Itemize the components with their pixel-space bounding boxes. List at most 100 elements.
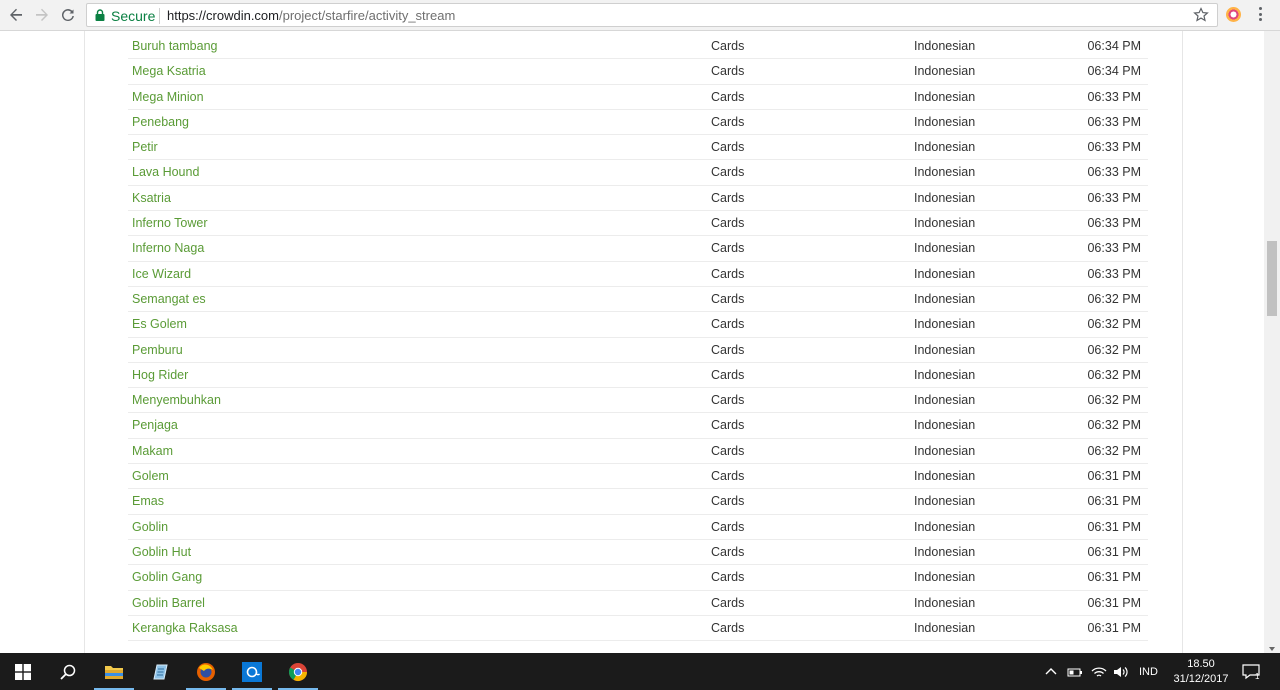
input-language-button[interactable]: IND xyxy=(1139,653,1158,690)
notification-icon: 1 xyxy=(1242,663,1260,681)
scroll-down-arrow-icon[interactable] xyxy=(1269,647,1275,651)
string-link[interactable]: Goblin Barrel xyxy=(132,591,205,615)
network-button[interactable] xyxy=(1091,653,1107,690)
activity-language: Indonesian xyxy=(914,418,976,433)
activity-row: Goblin Barrel Cards Indonesian 06:31 PM xyxy=(128,591,1148,616)
activity-type: Cards xyxy=(711,317,745,332)
activity-language: Indonesian xyxy=(914,89,976,104)
notification-count: 1 xyxy=(1255,672,1260,681)
activity-language: Indonesian xyxy=(914,241,976,256)
activity-row: Makam Cards Indonesian 06:32 PM xyxy=(128,439,1148,465)
reload-icon xyxy=(61,9,74,22)
taskbar-firefox[interactable] xyxy=(183,653,229,690)
wifi-icon xyxy=(1091,666,1107,677)
string-link[interactable]: Goblin Hut xyxy=(132,540,191,564)
string-link[interactable]: Penebang xyxy=(132,110,189,134)
string-link[interactable]: Penjaga xyxy=(132,413,178,437)
string-link[interactable]: Goblin xyxy=(132,515,168,539)
string-link[interactable]: Emas xyxy=(132,489,164,513)
windows-logo-icon xyxy=(15,663,31,680)
volume-button[interactable] xyxy=(1113,653,1129,690)
clock-date: 31/12/2017 xyxy=(1173,673,1229,685)
mail-app-icon xyxy=(242,661,262,682)
string-link[interactable]: Petir xyxy=(132,135,158,159)
activity-time: 06:32 PM xyxy=(1087,418,1141,433)
browser-menu-button[interactable] xyxy=(1259,7,1263,23)
activity-type: Cards xyxy=(711,291,745,306)
activity-time: 06:34 PM xyxy=(1087,64,1141,79)
string-link[interactable]: Hog Rider xyxy=(132,363,188,387)
action-center-button[interactable]: 1 xyxy=(1242,653,1262,690)
string-link[interactable]: Goblin Gang xyxy=(132,565,202,589)
taskbar-file-explorer[interactable] xyxy=(91,653,137,690)
activity-time: 06:33 PM xyxy=(1087,241,1141,256)
string-link[interactable]: Menyembuhkan xyxy=(132,388,221,412)
tray-device-button[interactable] xyxy=(1067,653,1083,690)
search-icon xyxy=(60,664,76,680)
taskbar-chrome[interactable] xyxy=(275,653,321,690)
taskbar: IND 18.50 31/12/2017 1 xyxy=(0,653,1280,690)
url-text[interactable]: https://crowdin.com/project/starfire/act… xyxy=(167,8,455,24)
string-link[interactable]: Pemburu xyxy=(132,338,183,362)
activity-language: Indonesian xyxy=(914,570,976,585)
scrollbar-thumb[interactable] xyxy=(1267,241,1277,316)
activity-time: 06:33 PM xyxy=(1087,89,1141,104)
back-button[interactable] xyxy=(7,6,25,24)
activity-type: Cards xyxy=(711,216,745,231)
string-link[interactable]: Buruh tambang xyxy=(132,34,217,58)
activity-type: Cards xyxy=(711,266,745,281)
string-link[interactable]: Kerangka Raksasa xyxy=(132,616,238,640)
activity-language: Indonesian xyxy=(914,114,976,129)
bookmark-star-icon[interactable] xyxy=(1193,7,1209,23)
activity-type: Cards xyxy=(711,469,745,484)
string-link[interactable]: Mega Ksatria xyxy=(132,59,206,83)
browser-toolbar: Secure https://crowdin.com/project/starf… xyxy=(0,0,1280,31)
taskbar-clock[interactable]: 18.50 31/12/2017 xyxy=(1166,657,1236,687)
activity-row: Lava Hound Cards Indonesian 06:33 PM xyxy=(128,160,1148,186)
firefox-icon xyxy=(197,662,215,681)
activity-row: Goblin Hut Cards Indonesian 06:31 PM xyxy=(128,540,1148,566)
string-link[interactable]: Ksatria xyxy=(132,186,171,210)
activity-language: Indonesian xyxy=(914,494,976,509)
show-hidden-icons-button[interactable] xyxy=(1044,653,1058,690)
extension-icon[interactable] xyxy=(1226,7,1241,22)
taskbar-notepad[interactable] xyxy=(137,653,183,690)
activity-row: Mega Ksatria Cards Indonesian 06:34 PM xyxy=(128,59,1148,85)
url-host: https://crowdin.com xyxy=(167,8,279,23)
activity-type: Cards xyxy=(711,140,745,155)
activity-language: Indonesian xyxy=(914,544,976,559)
activity-time: 06:31 PM xyxy=(1087,544,1141,559)
forward-button[interactable] xyxy=(33,6,51,24)
arrow-right-icon xyxy=(36,8,48,21)
string-link[interactable]: Inferno Naga xyxy=(132,236,204,260)
string-link[interactable]: Es Golem xyxy=(132,312,187,336)
activity-language: Indonesian xyxy=(914,266,976,281)
string-link[interactable]: Golem xyxy=(132,464,169,488)
activity-row: Petir Cards Indonesian 06:33 PM xyxy=(128,135,1148,161)
activity-row: Penebang Cards Indonesian 06:33 PM xyxy=(128,110,1148,136)
string-link[interactable]: Makam xyxy=(132,439,173,463)
string-link[interactable]: Semangat es xyxy=(132,287,206,311)
activity-row: Penjaga Cards Indonesian 06:32 PM xyxy=(128,413,1148,439)
chevron-up-icon xyxy=(1045,667,1057,674)
address-bar[interactable]: Secure https://crowdin.com/project/starf… xyxy=(86,3,1218,27)
string-link[interactable]: Ice Wizard xyxy=(132,262,191,286)
activity-type: Cards xyxy=(711,544,745,559)
page-scrollbar[interactable] xyxy=(1264,31,1280,653)
search-button[interactable] xyxy=(45,653,91,690)
notepad-icon xyxy=(153,664,168,679)
url-path: /project/starfire/activity_stream xyxy=(279,8,456,23)
string-link[interactable]: Mega Minion xyxy=(132,85,204,109)
string-link[interactable]: Lava Hound xyxy=(132,160,199,184)
activity-time: 06:33 PM xyxy=(1087,266,1141,281)
taskbar-outlook[interactable] xyxy=(229,653,275,690)
activity-row: Hog Rider Cards Indonesian 06:32 PM xyxy=(128,363,1148,389)
activity-time: 06:31 PM xyxy=(1087,620,1141,635)
reload-button[interactable] xyxy=(59,6,77,24)
activity-language: Indonesian xyxy=(914,291,976,306)
activity-type: Cards xyxy=(711,570,745,585)
activity-time: 06:32 PM xyxy=(1087,342,1141,357)
string-link[interactable]: Inferno Tower xyxy=(132,211,208,235)
activity-type: Cards xyxy=(711,89,745,104)
start-button[interactable] xyxy=(0,653,46,690)
